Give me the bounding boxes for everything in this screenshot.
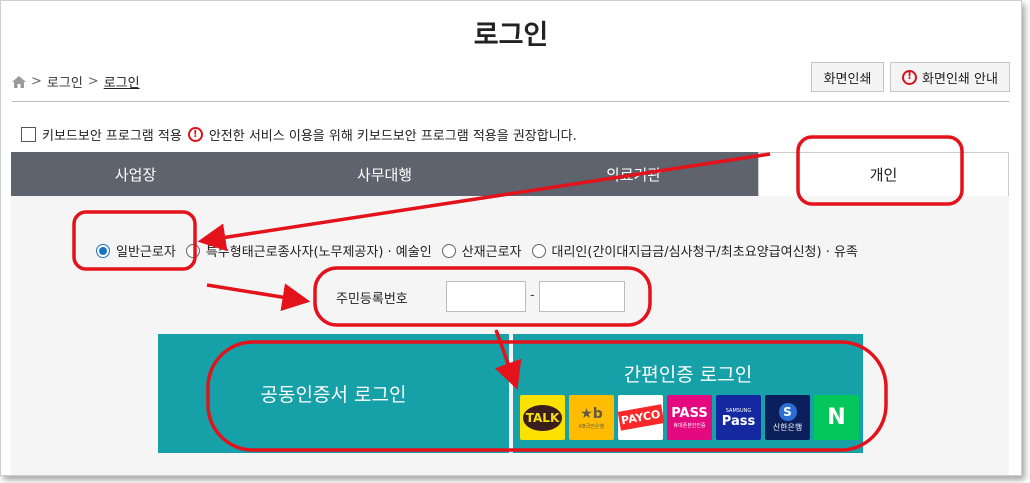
breadcrumb-item-current[interactable]: 로그인 <box>104 72 140 91</box>
provider-sub-label: 휴대폰본인인증 <box>673 423 706 429</box>
certificate-login-button[interactable]: 공동인증서 로그인 <box>158 334 509 453</box>
print-button[interactable]: 화면인쇄 <box>811 62 884 92</box>
user-type-general[interactable]: 일반근로자 <box>96 241 176 260</box>
login-type-tabs: 사업장 사무대행 의료기관 개인 <box>11 152 1009 196</box>
tab-agency[interactable]: 사무대행 <box>260 152 509 196</box>
payco-icon[interactable]: PAYCO <box>617 395 664 440</box>
keyboard-security-label: 키보드보안 프로그램 적용 <box>42 129 182 144</box>
user-type-injured[interactable]: 산재근로자 <box>441 241 522 260</box>
keyboard-security-checkbox[interactable] <box>21 127 36 142</box>
user-type-injured-label: 산재근로자 <box>461 245 522 260</box>
resident-id-separator: - <box>530 288 535 303</box>
kakao-icon[interactable]: TALK <box>520 395 565 440</box>
breadcrumb: > 로그인 > 로그인 <box>12 72 140 91</box>
breadcrumb-separator: > <box>31 74 42 89</box>
print-button-label: 화면인쇄 <box>823 71 872 87</box>
warning-icon: ! <box>187 127 203 142</box>
user-type-general-label: 일반근로자 <box>116 245 176 260</box>
page-title: 로그인 <box>473 20 549 51</box>
resident-id-front-input[interactable] <box>446 281 526 312</box>
radio-special[interactable] <box>185 243 200 258</box>
user-type-special[interactable]: 특수형태근로종사자(노무제공자) · 예술인 <box>185 241 432 260</box>
keyboard-security-row: 키보드보안 프로그램 적용 ! 안전한 서비스 이용을 위해 키보드보안 프로그… <box>21 125 577 144</box>
radio-general[interactable] <box>96 243 110 258</box>
simple-auth-panel: 간편인증 로그인 TALK ★b KB국민은행 PAYCO PASS 휴대폰본인… <box>513 334 863 453</box>
shinhan-icon[interactable]: S 신한은행 <box>765 395 810 440</box>
provider-label: PAYCO <box>617 404 664 431</box>
provider-label: ★b <box>580 405 603 422</box>
provider-label: N <box>827 405 846 430</box>
simple-auth-providers: TALK ★b KB국민은행 PAYCO PASS 휴대폰본인인증 SAMSUN… <box>520 395 859 440</box>
user-type-agent-label: 대리인(간이대지급금/심사청구/최초요양급여신청) · 유족 <box>551 245 858 260</box>
radio-injured[interactable] <box>441 243 456 258</box>
print-guide-label: 화면인쇄 안내 <box>922 71 998 87</box>
print-guide-button[interactable]: ! 화면인쇄 안내 <box>890 62 1010 92</box>
provider-label: TALK <box>522 404 563 431</box>
user-type-agent[interactable]: 대리인(간이대지급금/심사청구/최초요양급여신청) · 유족 <box>531 241 858 260</box>
provider-label: PASS <box>671 406 708 421</box>
provider-label: Pass <box>721 413 756 429</box>
samsung-pass-icon[interactable]: SAMSUNG Pass <box>716 395 761 440</box>
radio-agent[interactable] <box>531 243 546 258</box>
warning-icon: ! <box>902 69 918 85</box>
provider-sub-label: 신한은행 <box>772 422 803 432</box>
resident-id-label: 주민등록번호 <box>336 292 408 307</box>
tab-personal[interactable]: 개인 <box>758 152 1009 196</box>
naver-icon[interactable]: N <box>814 395 859 440</box>
keyboard-security-notice: 안전한 서비스 이용을 위해 키보드보안 프로그램 적용을 권장합니다. <box>208 129 577 144</box>
provider-sub-label: KB국민은행 <box>578 423 605 430</box>
kb-icon[interactable]: ★b KB국민은행 <box>569 395 614 440</box>
user-type-options: 일반근로자 특수형태근로종사자(노무제공자) · 예술인 산재근로자 대리인(간… <box>96 241 868 260</box>
resident-id-back-input[interactable] <box>539 281 625 312</box>
login-page: 로그인 > 로그인 > 로그인 화면인쇄 ! 화면인쇄 안내 키보드보안 프로그… <box>0 0 1022 476</box>
breadcrumb-item-login[interactable]: 로그인 <box>47 72 83 91</box>
tab-business[interactable]: 사업장 <box>11 152 260 196</box>
breadcrumb-separator: > <box>87 74 99 89</box>
tab-medical[interactable]: 의료기관 <box>509 152 758 196</box>
home-icon[interactable] <box>12 75 26 88</box>
simple-auth-title: 간편인증 로그인 <box>623 364 753 386</box>
user-type-special-label: 특수형태근로종사자(노무제공자) · 예술인 <box>205 245 432 260</box>
divider <box>12 101 1009 102</box>
certificate-login-label: 공동인증서 로그인 <box>260 384 407 406</box>
pass-icon[interactable]: PASS 휴대폰본인인증 <box>667 395 712 440</box>
provider-label: S <box>778 402 797 421</box>
